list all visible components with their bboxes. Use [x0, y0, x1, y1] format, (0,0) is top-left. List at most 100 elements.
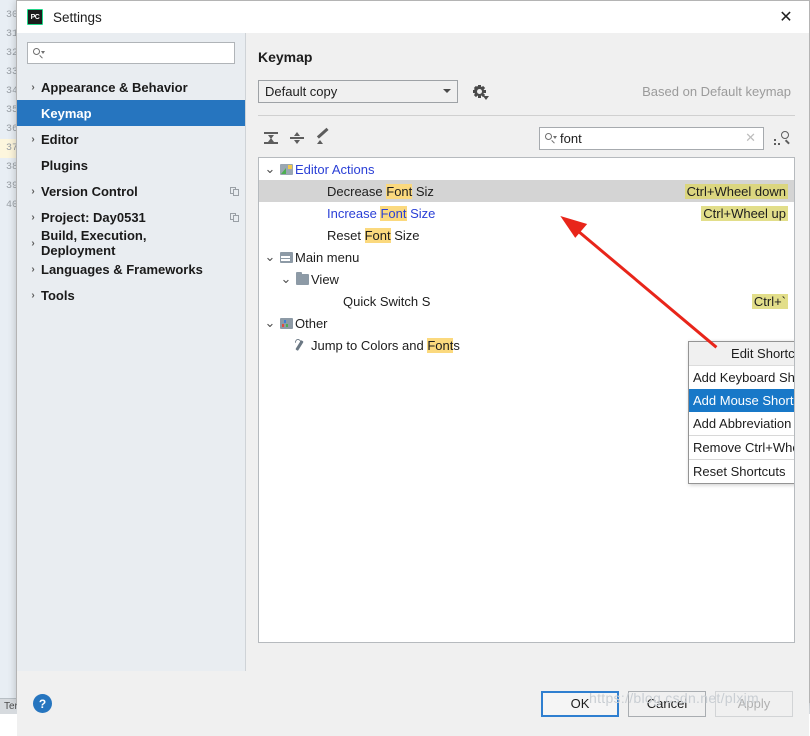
settings-sidebar: › Appearance & Behavior Keymap › Editor Plugi… [17, 33, 246, 671]
keymap-panel: Keymap Default copy Based on Default key… [246, 33, 809, 671]
chevron-right-icon: › [31, 263, 35, 275]
sidebar-item-plugins[interactable]: Plugins [17, 152, 245, 178]
watermark: https://blog.csdn.net/plxjm [589, 690, 759, 706]
search-match: Font [386, 183, 413, 199]
text: Other [295, 315, 328, 331]
text: Quick Switch S [343, 293, 431, 309]
page-title: Settings [53, 9, 102, 25]
collapse-all-icon [290, 131, 304, 145]
sidebar-item-list: › Appearance & Behavior Keymap › Editor Plugi… [17, 74, 245, 308]
tree-row[interactable]: ⌄ View [259, 268, 794, 290]
tree-row-label: Editor Actions [295, 162, 375, 177]
close-icon[interactable]: ✕ [763, 1, 809, 33]
chevron-right-icon: › [31, 289, 35, 301]
sidebar-item-languages-frameworks[interactable]: › Languages & Frameworks [17, 256, 245, 282]
keymap-heading: Keymap [258, 49, 313, 65]
sidebar-item-label: Editor [41, 131, 79, 147]
text: Decrease [327, 183, 387, 199]
search-input[interactable] [48, 45, 229, 61]
sidebar-item-label: Keymap [41, 105, 92, 121]
sidebar-item-appearance-behavior[interactable]: › Appearance & Behavior [17, 74, 245, 100]
chevron-right-icon: › [31, 237, 35, 249]
pycharm-icon: PC [27, 9, 43, 25]
menu-item-add-mouse-shortcut[interactable]: Add Mouse Shortcut [689, 389, 794, 412]
tree-row[interactable]: ⌄ Editor Actions [259, 158, 794, 180]
tree-row-label: Quick Switch S [343, 294, 430, 309]
sidebar-item-build-execution-deployment[interactable]: › Build, Execution, Deployment [17, 228, 245, 258]
text: View [311, 271, 339, 287]
text: Size [406, 205, 436, 221]
tree-row-label: Reset Font Size [327, 227, 420, 243]
chevron-down-icon[interactable]: ⌄ [263, 161, 277, 177]
sidebar-item-keymap[interactable]: Keymap [17, 100, 245, 126]
tree-row[interactable]: Increase Font Size Ctrl+Wheel up [259, 202, 794, 224]
keymap-select-value: Default copy [265, 83, 338, 99]
edit-shortcuts-context-menu: Edit Shortcuts Add Keyboard ShortcutAdd … [688, 341, 794, 484]
other-icon [277, 317, 295, 329]
tree-row-label: Increase Font Size [327, 205, 436, 221]
sidebar-item-label: Tools [41, 287, 75, 303]
text: Jump to Colors and [311, 337, 428, 353]
search-match: Font [364, 227, 391, 243]
tree-row[interactable]: Reset Font Size [259, 224, 794, 246]
tree-row[interactable]: Quick Switch S Ctrl+` [259, 290, 794, 312]
chevron-right-icon: › [31, 211, 35, 223]
expand-all-button[interactable] [258, 126, 284, 150]
search-match: Font [380, 205, 407, 221]
edit-shortcut-button[interactable] [310, 126, 336, 150]
sidebar-item-project-day0531[interactable]: › Project: Day0531 [17, 204, 245, 230]
tree-row[interactable]: ⌄ Main menu [259, 246, 794, 268]
chevron-down-icon[interactable]: ⌄ [263, 315, 277, 331]
search-match: Font [427, 337, 454, 353]
sidebar-item-label: Appearance & Behavior [41, 79, 188, 95]
copy-icon [223, 186, 245, 196]
help-button[interactable]: ? [33, 694, 52, 713]
chevron-right-icon: › [31, 185, 35, 197]
collapse-all-button[interactable] [284, 126, 310, 150]
text: Editor Actions [295, 161, 375, 177]
keymap-select[interactable]: Default copy [258, 79, 458, 103]
context-menu-items: Add Keyboard ShortcutAdd Mouse ShortcutA… [689, 366, 794, 483]
chevron-down-icon[interactable]: ⌄ [263, 249, 277, 265]
menu-item-add-keyboard-shortcut[interactable]: Add Keyboard Shortcut [689, 366, 794, 389]
text: Siz [412, 183, 434, 199]
tree-row-label: Decrease Font Siz [327, 183, 434, 199]
gear-icon [472, 84, 489, 100]
menu-item-remove-ctrl-wheel-down[interactable]: Remove Ctrl+Wheel down [689, 436, 794, 459]
find-by-shortcut-icon [773, 131, 790, 145]
sidebar-item-label: Project: Day0531 [41, 209, 146, 225]
text: Size [390, 227, 420, 243]
dialog-title-bar: PC Settings ✕ [17, 1, 809, 33]
text: s [453, 337, 460, 353]
text: Increase [327, 205, 381, 221]
keymap-action-tree[interactable]: ⌄ Editor Actions Decrease Font Siz Ctrl+Whe… [258, 157, 795, 643]
tree-row-label: Other [295, 316, 328, 331]
shortcut-badge: Ctrl+` [751, 293, 788, 309]
chevron-down-icon [443, 89, 451, 93]
menu-item-reset-shortcuts[interactable]: Reset Shortcuts [689, 460, 794, 483]
tree-rows: ⌄ Editor Actions Decrease Font Siz Ctrl+Whe… [259, 158, 794, 356]
pencil-icon [316, 127, 330, 145]
tree-row-label: View [311, 272, 339, 287]
keymap-filter-field[interactable]: font ✕ [539, 126, 764, 150]
sidebar-item-label: Build, Execution, Deployment [41, 228, 147, 258]
close-icon[interactable]: ✕ [743, 130, 758, 146]
tree-row[interactable]: Decrease Font Siz Ctrl+Wheel down [259, 180, 794, 202]
shortcut-badge: Ctrl+Wheel up [701, 205, 788, 221]
expand-all-icon [264, 131, 278, 145]
text: Reset [327, 227, 365, 243]
folder-icon [293, 271, 311, 285]
sidebar-item-label: Plugins [41, 157, 88, 173]
menu-item-add-abbreviation[interactable]: Add Abbreviation [689, 412, 794, 435]
keymap-settings-button[interactable] [466, 80, 492, 103]
editor-actions-icon [277, 163, 295, 175]
sidebar-search-field[interactable] [27, 42, 235, 64]
sidebar-item-tools[interactable]: › Tools [17, 282, 245, 308]
find-by-shortcut-button[interactable] [767, 126, 795, 150]
sidebar-item-version-control[interactable]: › Version Control [17, 178, 245, 204]
chevron-down-icon[interactable]: ⌄ [279, 271, 293, 287]
tree-row[interactable]: ⌄ Other [259, 312, 794, 334]
tree-row-label: Jump to Colors and Fonts [311, 337, 460, 353]
sidebar-item-editor[interactable]: › Editor [17, 126, 245, 152]
tree-toolbar: font ✕ [258, 125, 795, 151]
